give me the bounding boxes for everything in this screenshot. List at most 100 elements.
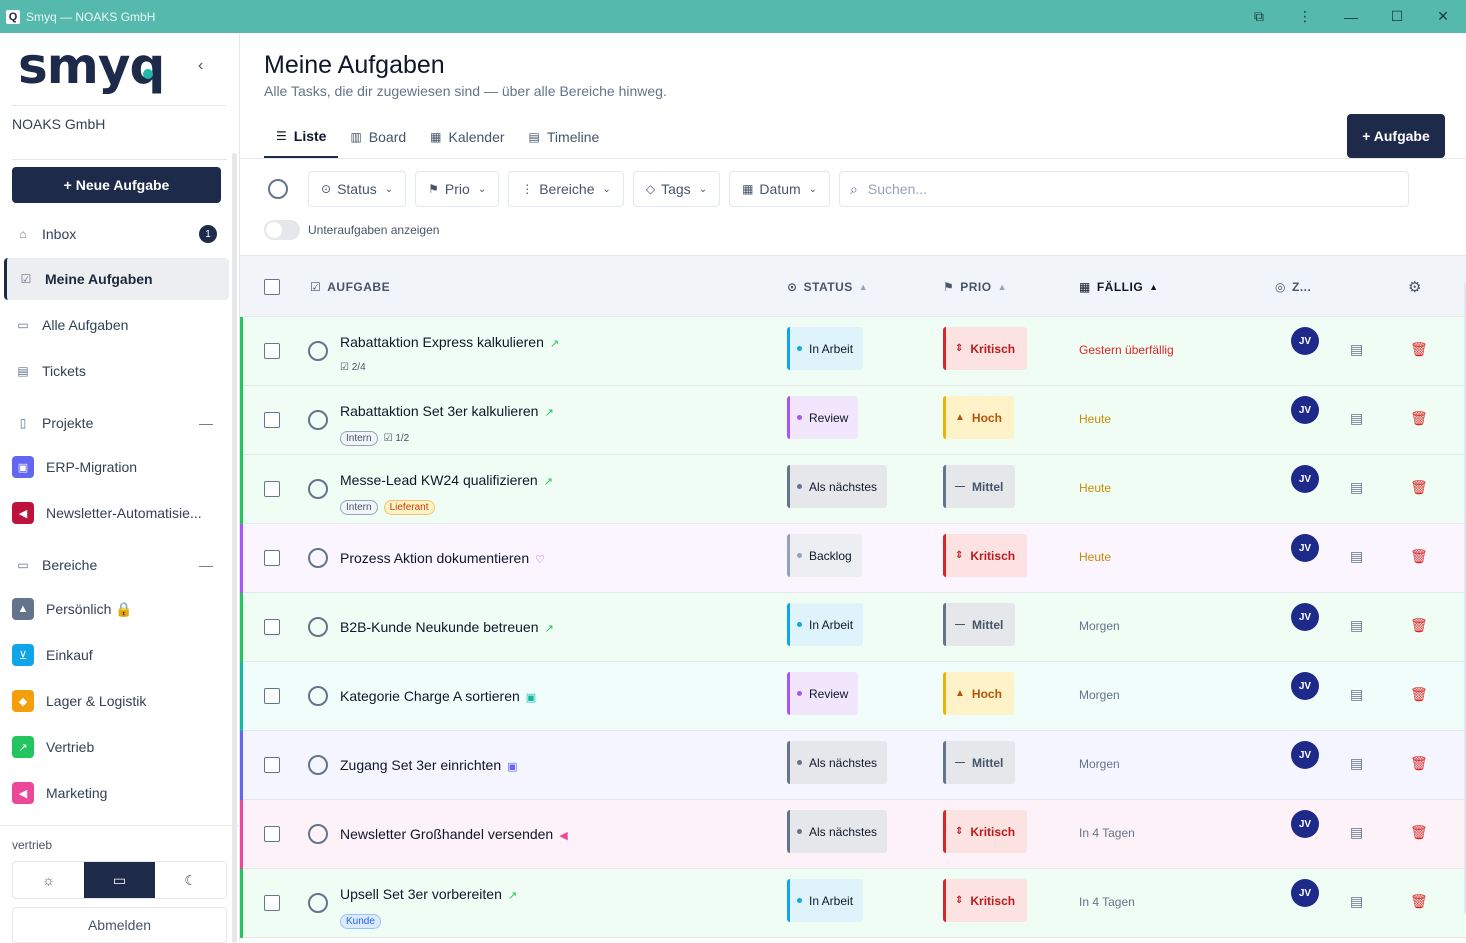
status-badge[interactable]: Als nächstes bbox=[787, 741, 888, 784]
trash-icon[interactable]: 🗑 bbox=[1410, 341, 1428, 358]
table-row[interactable]: Messe-Lead KW24 qualifizieren ↗ Intern Lief… bbox=[240, 455, 1466, 524]
search-input[interactable]: ⌕ Suchen... bbox=[839, 171, 1410, 207]
prio-badge[interactable]: — Mittel bbox=[943, 603, 1016, 646]
sidebar-item-area-marketing[interactable]: ◀ Marketing bbox=[4, 772, 229, 814]
table-row[interactable]: Kategorie Charge A sortieren ▣ Review ▲ Hoch… bbox=[240, 662, 1466, 731]
status-badge[interactable]: Backlog bbox=[787, 534, 862, 577]
archive-icon[interactable]: ▤ bbox=[1350, 893, 1363, 910]
sidebar-item-project-newsletter[interactable]: ◀ Newsletter-Automatisie... bbox=[4, 492, 229, 534]
tags-filter[interactable]: ◇ Tags ⌄ bbox=[632, 171, 721, 207]
sidebar-item-all-tasks[interactable]: ▭ Alle Aufgaben bbox=[4, 304, 229, 346]
collapse-areas-icon[interactable]: — bbox=[199, 557, 213, 573]
maximize-button[interactable]: ☐ bbox=[1374, 8, 1420, 25]
avatar[interactable]: JV bbox=[1291, 603, 1319, 631]
more-menu-icon[interactable]: ⋮ bbox=[1282, 8, 1328, 25]
trash-icon[interactable]: 🗑 bbox=[1410, 548, 1428, 565]
prio-badge[interactable]: ⇕ Kritisch bbox=[943, 879, 1028, 922]
new-task-button[interactable]: + Neue Aufgabe bbox=[12, 167, 221, 203]
trash-icon[interactable]: 🗑 bbox=[1410, 479, 1428, 496]
complete-task-toggle[interactable] bbox=[308, 341, 328, 361]
column-task[interactable]: ☑ AUFGABE bbox=[310, 256, 390, 318]
extensions-icon[interactable]: ⧉ bbox=[1236, 8, 1282, 25]
projects-section-header[interactable]: ▯ Projekte — bbox=[4, 402, 229, 444]
prio-badge[interactable]: — Mittel bbox=[943, 741, 1016, 784]
dark-theme-icon[interactable]: ☾ bbox=[155, 862, 226, 898]
status-filter[interactable]: ⊙ Status ⌄ bbox=[308, 171, 407, 207]
complete-all-toggle[interactable] bbox=[268, 179, 288, 199]
complete-task-toggle[interactable] bbox=[308, 893, 328, 913]
archive-icon[interactable]: ▤ bbox=[1350, 341, 1363, 358]
sidebar-item-area-lager[interactable]: ◆ Lager & Logistik bbox=[4, 680, 229, 722]
complete-task-toggle[interactable] bbox=[308, 617, 328, 637]
trash-icon[interactable]: 🗑 bbox=[1410, 755, 1428, 772]
column-settings-icon[interactable]: ⚙ bbox=[1408, 256, 1422, 318]
collapse-sidebar-icon[interactable]: ‹ bbox=[198, 57, 203, 75]
archive-icon[interactable]: ▤ bbox=[1350, 410, 1363, 427]
avatar[interactable]: JV bbox=[1291, 672, 1319, 700]
status-badge[interactable]: In Arbeit bbox=[787, 603, 864, 646]
row-checkbox[interactable] bbox=[264, 895, 280, 911]
select-all-checkbox[interactable] bbox=[264, 256, 280, 318]
avatar[interactable]: JV bbox=[1291, 465, 1319, 493]
status-badge[interactable]: In Arbeit bbox=[787, 327, 864, 370]
archive-icon[interactable]: ▤ bbox=[1350, 479, 1363, 496]
archive-icon[interactable]: ▤ bbox=[1350, 548, 1363, 565]
trash-icon[interactable]: 🗑 bbox=[1410, 410, 1428, 427]
close-window-button[interactable]: ✕ bbox=[1420, 8, 1466, 25]
areas-section-header[interactable]: ▭ Bereiche — bbox=[4, 544, 229, 586]
complete-task-toggle[interactable] bbox=[308, 548, 328, 568]
complete-task-toggle[interactable] bbox=[308, 410, 328, 430]
avatar[interactable]: JV bbox=[1291, 327, 1319, 355]
archive-icon[interactable]: ▤ bbox=[1350, 617, 1363, 634]
task-title-cell[interactable]: Rabattaktion Express kalkulieren ↗ bbox=[340, 334, 559, 350]
table-row[interactable]: B2B-Kunde Neukunde betreuen ↗ In Arbeit — Mi… bbox=[240, 593, 1466, 662]
collapse-projects-icon[interactable]: — bbox=[199, 415, 213, 431]
column-assignee[interactable]: ◎ Z... bbox=[1275, 256, 1311, 318]
table-row[interactable]: Rabattaktion Set 3er kalkulieren ↗ Intern ☑… bbox=[240, 386, 1466, 455]
complete-task-toggle[interactable] bbox=[308, 755, 328, 775]
system-theme-icon[interactable]: ▭ bbox=[84, 862, 155, 898]
avatar[interactable]: JV bbox=[1291, 396, 1319, 424]
row-checkbox[interactable] bbox=[264, 619, 280, 635]
trash-icon[interactable]: 🗑 bbox=[1410, 824, 1428, 841]
column-status[interactable]: ⊙ STATUS ▲ bbox=[787, 256, 868, 318]
archive-icon[interactable]: ▤ bbox=[1350, 755, 1363, 772]
table-row[interactable]: Zugang Set 3er einrichten ▣ Als nächstes — M… bbox=[240, 731, 1466, 800]
date-filter[interactable]: ▦ Datum ⌄ bbox=[729, 171, 831, 207]
prio-filter[interactable]: ⚑ Prio ⌄ bbox=[415, 171, 500, 207]
table-row[interactable]: Prozess Aktion dokumentieren ♡ Backlog ⇕ Kri… bbox=[240, 524, 1466, 593]
minimize-button[interactable]: — bbox=[1328, 9, 1374, 25]
sidebar-item-inbox[interactable]: ⌂ Inbox 1 bbox=[4, 213, 229, 255]
task-title-cell[interactable]: Kategorie Charge A sortieren ▣ bbox=[340, 688, 536, 704]
row-checkbox[interactable] bbox=[264, 757, 280, 773]
sidebar-item-area-einkauf[interactable]: ⊻ Einkauf bbox=[4, 634, 229, 676]
status-badge[interactable]: Review bbox=[787, 396, 859, 439]
task-title-cell[interactable]: Newsletter Großhandel versenden ◀ bbox=[340, 826, 568, 842]
task-title-cell[interactable]: Upsell Set 3er vorbereiten ↗ bbox=[340, 886, 517, 902]
table-row[interactable]: Newsletter Großhandel versenden ◀ Als näch… bbox=[240, 800, 1466, 869]
row-checkbox[interactable] bbox=[264, 481, 280, 497]
add-task-button[interactable]: + Aufgabe bbox=[1347, 114, 1445, 158]
sidebar-item-area-vertrieb[interactable]: ↗ Vertrieb bbox=[4, 726, 229, 768]
complete-task-toggle[interactable] bbox=[308, 479, 328, 499]
table-row[interactable]: Upsell Set 3er vorbereiten ↗ Kunde In Arbei… bbox=[240, 869, 1466, 938]
complete-task-toggle[interactable] bbox=[308, 686, 328, 706]
subtasks-toggle[interactable] bbox=[264, 220, 300, 240]
prio-badge[interactable]: ⇕ Kritisch bbox=[943, 327, 1028, 370]
column-prio[interactable]: ⚑ PRIO ▲ bbox=[943, 256, 1007, 318]
avatar[interactable]: JV bbox=[1291, 810, 1319, 838]
light-theme-icon[interactable]: ☼ bbox=[13, 862, 84, 898]
sidebar-item-project-erp[interactable]: ▣ ERP-Migration bbox=[4, 446, 229, 488]
archive-icon[interactable]: ▤ bbox=[1350, 824, 1363, 841]
task-title-cell[interactable]: Prozess Aktion dokumentieren ♡ bbox=[340, 550, 545, 566]
trash-icon[interactable]: 🗑 bbox=[1410, 686, 1428, 703]
prio-badge[interactable]: ⇕ Kritisch bbox=[943, 534, 1028, 577]
tab-timeline[interactable]: ▤ Timeline bbox=[517, 115, 612, 158]
avatar[interactable]: JV bbox=[1291, 534, 1319, 562]
sidebar-item-my-tasks[interactable]: ☑ Meine Aufgaben bbox=[4, 258, 229, 300]
row-checkbox[interactable] bbox=[264, 826, 280, 842]
row-checkbox[interactable] bbox=[264, 343, 280, 359]
task-title-cell[interactable]: Zugang Set 3er einrichten ▣ bbox=[340, 757, 518, 773]
row-checkbox[interactable] bbox=[264, 688, 280, 704]
status-badge[interactable]: Als nächstes bbox=[787, 810, 888, 853]
